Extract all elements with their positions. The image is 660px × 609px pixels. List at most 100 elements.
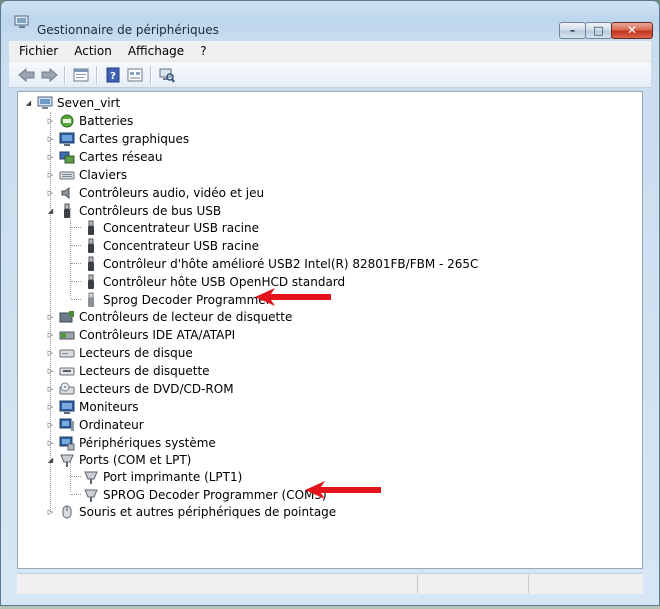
tree-item-label: Concentrateur USB racine: [103, 221, 259, 235]
tree-item-usb-root-hub-1[interactable]: Concentrateur USB racine: [83, 219, 259, 237]
status-section: [418, 575, 529, 593]
tree-item-disk-drives[interactable]: ▷ Lecteurs de disque: [46, 344, 193, 362]
tree-item-cartes-graphiques[interactable]: ▷ Cartes graphiques: [46, 130, 189, 148]
expand-icon[interactable]: ▷: [46, 439, 55, 448]
properties-button[interactable]: [71, 65, 91, 85]
expand-icon[interactable]: ▷: [46, 421, 55, 430]
tree-item-ide-controllers[interactable]: ▷ Contrôleurs IDE ATA/ATAPI: [46, 326, 235, 344]
menu-help[interactable]: ?: [192, 41, 214, 61]
toolbar: ?: [9, 61, 651, 88]
toolbar-separator: [150, 65, 152, 84]
tree-item-floppy-drives[interactable]: ▷ Lecteurs de disquette: [46, 362, 210, 380]
tree-item-batteries[interactable]: ▷ Batteries: [46, 112, 133, 130]
collapse-icon[interactable]: ◢: [46, 456, 55, 465]
tree-root-label: Seven_virt: [57, 96, 121, 110]
expand-icon[interactable]: ▷: [46, 189, 55, 198]
expand-icon[interactable]: ▷: [46, 508, 55, 517]
help-button[interactable]: ?: [103, 65, 123, 85]
close-icon: ✕: [626, 23, 638, 37]
computer-root-icon: [37, 95, 53, 111]
expand-icon[interactable]: ▷: [46, 331, 55, 340]
tree-item-label: Cartes graphiques: [79, 132, 190, 146]
title-bar[interactable]: Gestionnaire de périphériques – □ ✕: [1, 1, 659, 39]
tree-item-label: Contrôleurs audio, vidéo et jeu: [79, 186, 265, 200]
maximize-button[interactable]: □: [585, 22, 612, 39]
tree-item-label: Claviers: [79, 168, 128, 182]
help-icon: ?: [106, 67, 120, 82]
expand-icon[interactable]: ▷: [46, 385, 55, 394]
expand-icon[interactable]: ▷: [46, 171, 55, 180]
tree-item-label: Lecteurs de DVD/CD-ROM: [79, 382, 234, 396]
toolbar-separator: [96, 65, 98, 84]
scan-hardware-icon: [159, 68, 175, 83]
back-icon: [18, 67, 35, 82]
network-adapter-icon: [59, 149, 75, 165]
back-button[interactable]: [17, 65, 37, 85]
tree-connector: [70, 208, 71, 298]
scan-hardware-button[interactable]: [157, 65, 177, 85]
view-icon: [127, 68, 143, 81]
tree-item-floppy-controllers[interactable]: ▷ Contrôleurs de lecteur de disquette: [46, 308, 293, 326]
tree-item-label: Concentrateur USB racine: [103, 239, 259, 253]
menu-fichier[interactable]: Fichier: [9, 41, 66, 61]
tree-item-sprog-decoder-com3[interactable]: SPROG Decoder Programmer (COM3): [83, 486, 327, 504]
view-button[interactable]: [125, 65, 145, 85]
computer-icon: [59, 417, 75, 433]
system-devices-icon: [59, 435, 75, 451]
expand-icon[interactable]: ▷: [46, 117, 55, 126]
expand-icon[interactable]: ▷: [46, 349, 55, 358]
tree-item-label: Ordinateur: [79, 418, 144, 432]
close-button[interactable]: ✕: [611, 22, 653, 39]
expand-icon[interactable]: ▷: [46, 153, 55, 162]
tree-item-label: Périphériques système: [79, 436, 216, 450]
tree-item-usb-root-hub-2[interactable]: Concentrateur USB racine: [83, 237, 259, 255]
annotation-arrow-com3: [305, 481, 381, 499]
tree-item-printer-port-lpt1[interactable]: Port imprimante (LPT1): [83, 468, 242, 486]
menu-affichage[interactable]: Affichage: [120, 41, 192, 61]
tree-item-label: Contrôleurs IDE ATA/ATAPI: [79, 328, 236, 342]
collapse-icon[interactable]: ◢: [24, 99, 33, 108]
tree-item-system-devices[interactable]: ▷ Périphériques système: [46, 434, 216, 452]
tree-item-controleurs-audio[interactable]: ▷ Contrôleurs audio, vidéo et jeu: [46, 184, 264, 202]
tree-item-cartes-reseau[interactable]: ▷ Cartes réseau: [46, 148, 163, 166]
ide-controller-icon: [59, 327, 75, 343]
status-bar: [17, 573, 643, 594]
tree-item-label: Sprog Decoder Programmer: [103, 293, 271, 307]
menu-bar: Fichier Action Affichage ?: [9, 41, 651, 61]
forward-button[interactable]: [39, 65, 59, 85]
usb-icon: [83, 220, 99, 236]
tree-item-computer[interactable]: ▷ Ordinateur: [46, 416, 144, 434]
tree-item-label: Ports (COM et LPT): [79, 453, 192, 467]
collapse-icon[interactable]: ◢: [46, 207, 55, 216]
expand-icon[interactable]: ▷: [46, 135, 55, 144]
tree-item-monitors[interactable]: ▷ Moniteurs: [46, 398, 139, 416]
status-section: [17, 575, 418, 593]
tree-item-usb2-host-controller[interactable]: Contrôleur d'hôte amélioré USB2 Intel(R)…: [83, 255, 478, 273]
tree-item-ports[interactable]: ◢ Ports (COM et LPT): [46, 451, 191, 469]
tree-connector: [71, 245, 81, 246]
tree-item-claviers[interactable]: ▷ Claviers: [46, 166, 127, 184]
floppy-controller-icon: [59, 309, 75, 325]
tree-item-label: Lecteurs de disque: [79, 346, 193, 360]
tree-connector: [71, 281, 81, 282]
expand-icon[interactable]: ▷: [46, 403, 55, 412]
minimize-button[interactable]: –: [559, 22, 586, 39]
tree-item-label: SPROG Decoder Programmer (COM3): [103, 488, 327, 502]
tree-root[interactable]: ◢ Seven_virt: [24, 94, 120, 112]
tree-item-label: Souris et autres périphériques de pointa…: [79, 505, 337, 519]
expand-icon[interactable]: ▷: [46, 313, 55, 322]
port-icon: [59, 452, 75, 468]
tree-item-label: Cartes réseau: [79, 150, 163, 164]
window-title: Gestionnaire de périphériques: [37, 23, 219, 37]
battery-icon: [59, 113, 75, 129]
monitor-icon: [59, 399, 75, 415]
menu-action[interactable]: Action: [66, 41, 120, 61]
expand-icon[interactable]: ▷: [46, 367, 55, 376]
tree-item-mice[interactable]: ▷ Souris et autres périphériques de poin…: [46, 503, 336, 521]
tree-item-sprog-decoder-usb[interactable]: Sprog Decoder Programmer: [83, 291, 271, 309]
tree-item-label: Moniteurs: [79, 400, 139, 414]
usb-icon: [83, 292, 99, 308]
tree-item-dvd-drives[interactable]: ▷ Lecteurs de DVD/CD-ROM: [46, 380, 234, 398]
tree-connector: [71, 494, 81, 495]
tree-item-controleurs-usb[interactable]: ◢ Contrôleurs de bus USB: [46, 202, 221, 220]
